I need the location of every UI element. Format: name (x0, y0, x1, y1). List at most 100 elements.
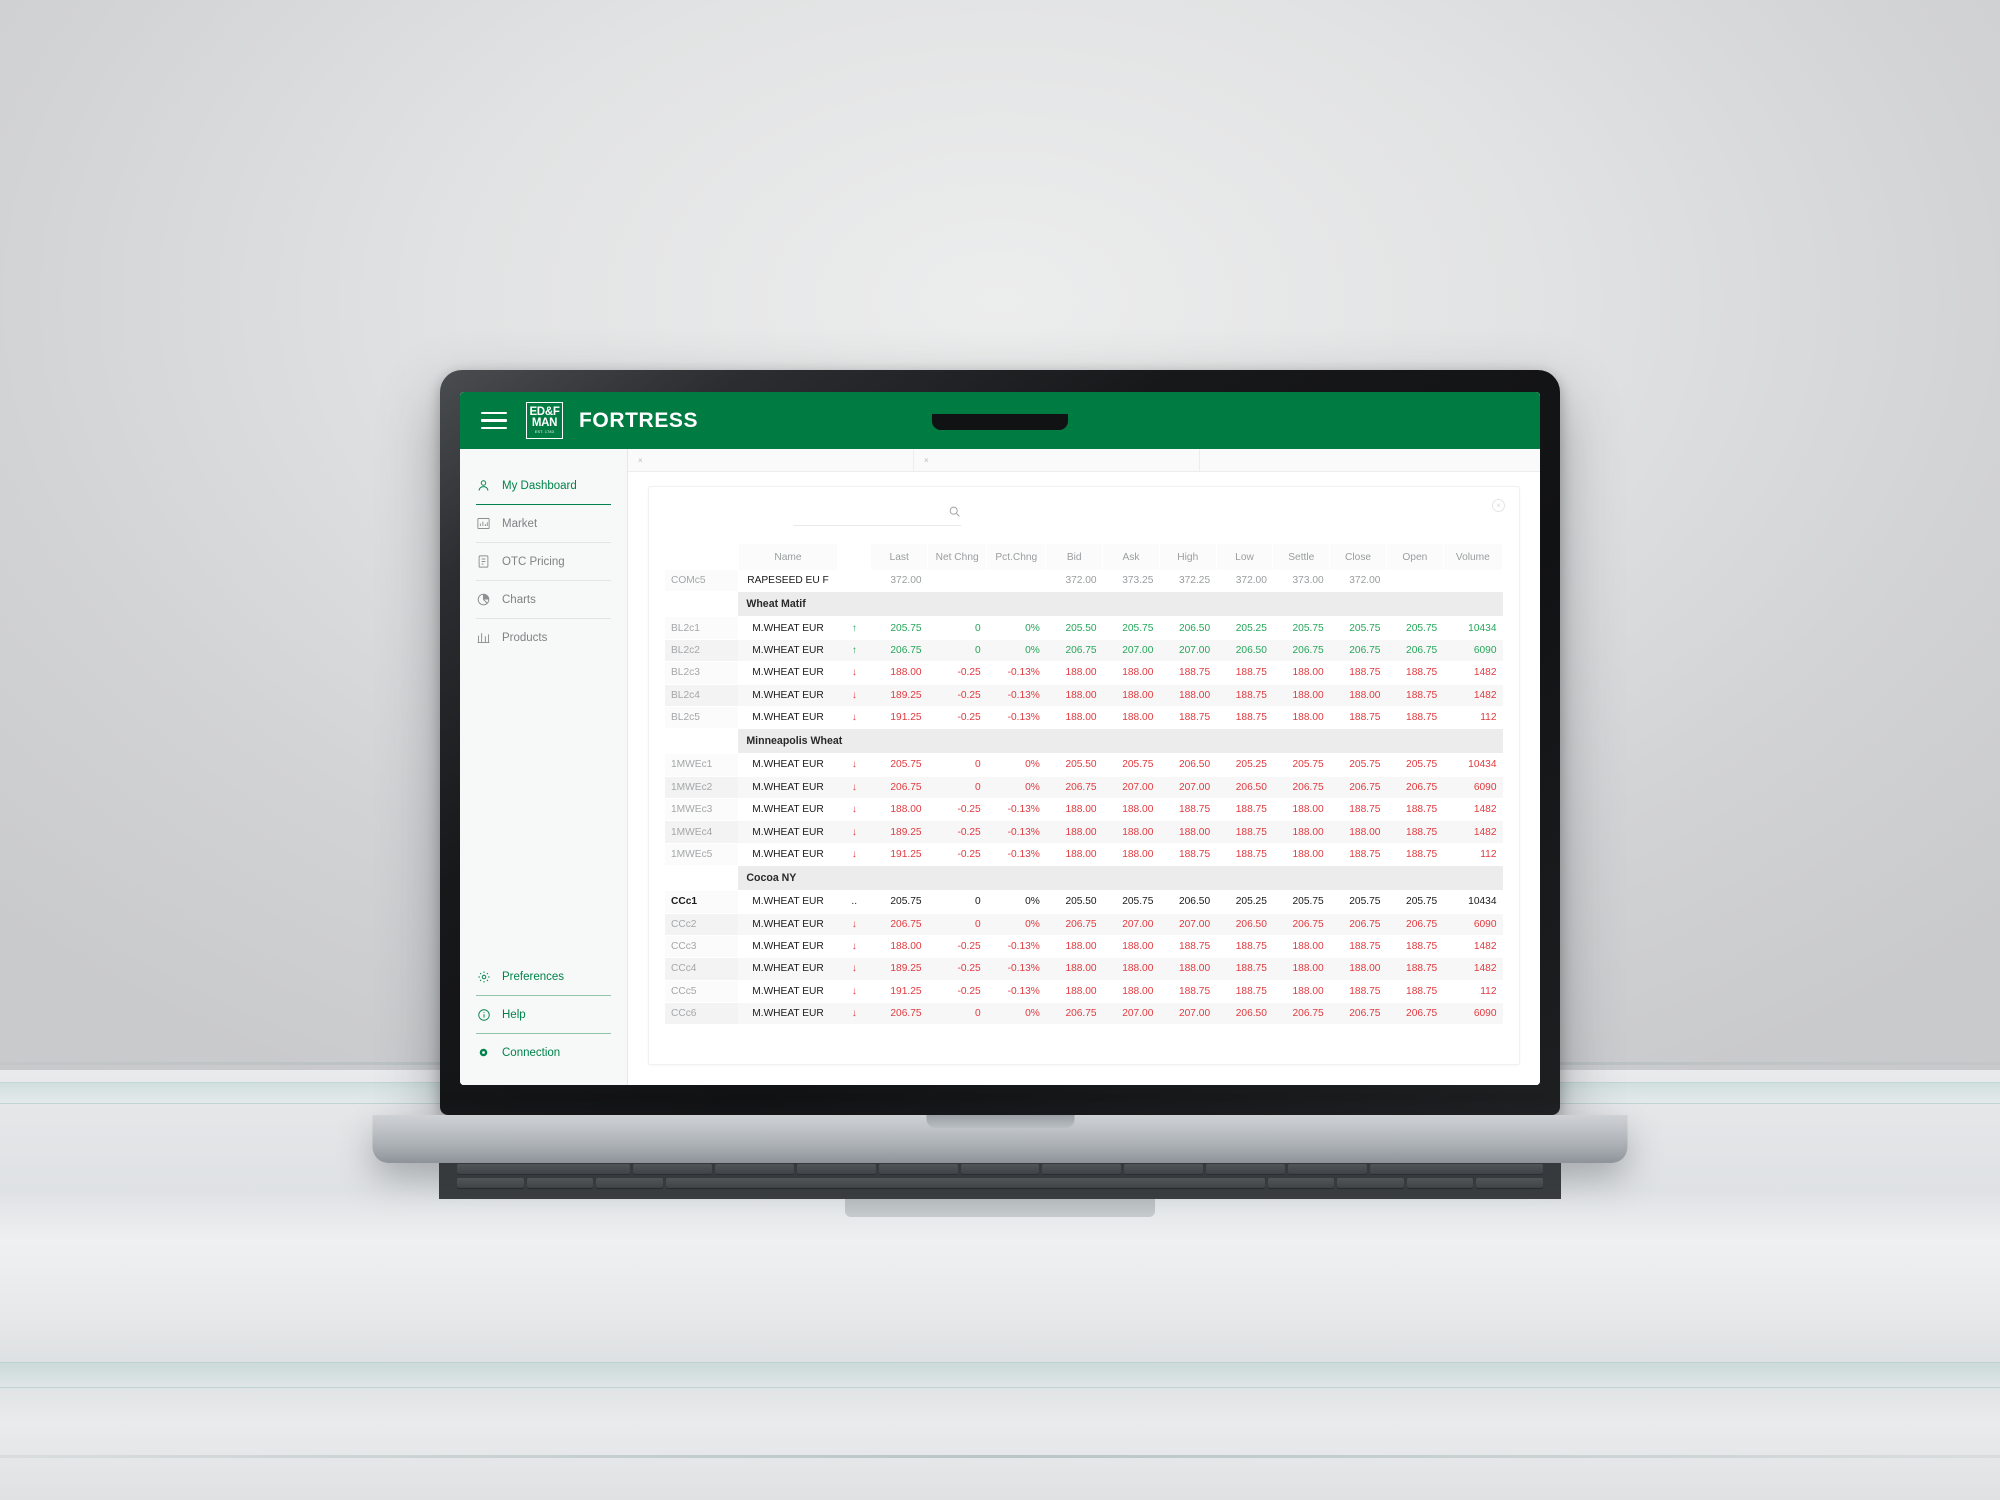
quotes-table-head: Name Last Net Chng Pct.Chng Bid Ask High… (665, 544, 1503, 570)
gear-icon (476, 969, 491, 984)
table-row[interactable]: BL2c2 M.WHEAT EUR ↑ 206.75 0 0% 206.75 207.00 20… (665, 639, 1503, 663)
col-volume[interactable]: Volume (1443, 544, 1503, 570)
table-row[interactable]: CCc4 M.WHEAT EUR ↓ 189.25 -0.25 -0.13% 188.00 1… (665, 957, 1503, 981)
cell-settle: 373.00 (1272, 570, 1330, 593)
col-net-chng[interactable]: Net Chng (927, 544, 988, 570)
cell-symbol: BL2c2 (665, 639, 739, 663)
table-row[interactable]: BL2c1 M.WHEAT EUR ↑ 205.75 0 0% 205.50 205.75 20… (665, 616, 1503, 640)
cell-high: 188.75 (1159, 706, 1217, 730)
cell-volume: 6090 (1443, 913, 1503, 936)
col-settle[interactable]: Settle (1272, 544, 1331, 570)
col-low[interactable]: Low (1216, 544, 1274, 570)
col-high[interactable]: High (1159, 544, 1217, 570)
table-row[interactable]: COMc5 RAPESEED EU F 372.00 372.00 373.25 372.… (665, 570, 1503, 593)
table-row[interactable]: CCc1 M.WHEAT EUR.. 205.75 0 0% 205.50 205.75 20… (665, 890, 1503, 914)
cell-net-chng: -0.25 (927, 980, 987, 1004)
app-body: My Dashboard Market OTC Pricing Charts P… (460, 449, 1540, 1085)
laptop-lid: ED&F MAN EST. 1783 FORTRESS My Dashboard… (440, 370, 1560, 1115)
col-bid[interactable]: Bid (1045, 544, 1104, 570)
cell-settle: 188.00 (1272, 980, 1330, 1004)
sidebar-item-label: OTC Pricing (502, 555, 565, 568)
table-group-header[interactable]: Wheat Matif (665, 591, 1503, 618)
cell-name: RAPESEED EU F (738, 570, 838, 593)
cell-trend-arrow-icon: ↓ (837, 798, 871, 822)
sidebar-item-help[interactable]: Help (474, 996, 613, 1033)
cell-close: 188.75 (1329, 980, 1387, 1004)
cell-symbol: 1MWEc5 (665, 843, 739, 867)
cell-trend-arrow-icon: ↓ (837, 776, 871, 800)
cell-volume: 112 (1443, 980, 1503, 1004)
search-icon[interactable] (948, 505, 961, 518)
cell-symbol: 1MWEc4 (665, 820, 739, 844)
tab-item-1[interactable]: × (628, 449, 914, 471)
sidebar-item-products[interactable]: Products (474, 619, 613, 656)
cell-bid: 188.00 (1045, 935, 1103, 959)
cell-net-chng: 0 (927, 776, 987, 800)
table-row[interactable]: CCc3 M.WHEAT EUR ↓ 188.00 -0.25 -0.13% 188.00 1… (665, 935, 1503, 959)
cell-bid: 188.00 (1045, 706, 1103, 730)
cell-bid: 188.00 (1045, 843, 1103, 867)
col-name[interactable]: Name (738, 544, 839, 570)
cell-volume: 6090 (1443, 639, 1503, 663)
cell-net-chng: -0.25 (927, 684, 987, 707)
quotes-table-body: COMc5 RAPESEED EU F 372.00 372.00 373.25 372.… (665, 570, 1503, 1026)
cell-symbol: BL2c1 (665, 616, 739, 640)
table-row[interactable]: 1MWEc2 M.WHEAT EUR ↓ 206.75 0 0% 206.75 207.00 2… (665, 776, 1503, 800)
sidebar-item-market[interactable]: Market (474, 505, 613, 542)
table-row[interactable]: CCc6 M.WHEAT EUR ↓ 206.75 0 0% 206.75 207.00 207… (665, 1002, 1503, 1026)
table-group-header[interactable]: Cocoa NY (665, 865, 1503, 892)
table-row[interactable]: 1MWEc1 M.WHEAT EUR ↓ 205.75 0 0% 205.50 205.75 2… (665, 753, 1503, 777)
table-group-header[interactable]: Minneapolis Wheat (665, 728, 1503, 755)
col-pct-chng[interactable]: Pct.Chng (986, 544, 1047, 570)
table-row[interactable]: BL2c4 M.WHEAT EUR ↓ 189.25 -0.25 -0.13% 188.00… (665, 684, 1503, 707)
cell-trend-arrow-icon: ↓ (837, 661, 871, 685)
cell-close: 188.00 (1329, 820, 1387, 844)
document-icon (476, 554, 491, 569)
cell-high: 206.50 (1159, 616, 1217, 640)
sidebar-item-preferences[interactable]: Preferences (474, 958, 613, 995)
col-open[interactable]: Open (1386, 544, 1444, 570)
cell-name: M.WHEAT EUR (738, 820, 838, 844)
cell-volume (1443, 570, 1503, 593)
cell-high: 372.25 (1159, 570, 1217, 593)
close-circle-icon[interactable]: × (1492, 499, 1505, 512)
table-row[interactable]: 1MWEc4 M.WHEAT EUR ↓ 189.25 -0.25 -0.13% 188.0… (665, 820, 1503, 844)
table-row[interactable]: 1MWEc5 M.WHEAT EUR ↓ 191.25 -0.25 -0.13% 188.0… (665, 843, 1503, 867)
table-row[interactable]: BL2c5 M.WHEAT EUR ↓ 191.25 -0.25 -0.13% 188.00… (665, 706, 1503, 730)
table-row[interactable]: CCc5 M.WHEAT EUR ↓ 191.25 -0.25 -0.13% 188.00 1… (665, 980, 1503, 1004)
col-arrow[interactable] (837, 544, 872, 570)
tab-close-icon[interactable]: × (924, 456, 929, 465)
cell-pct-chng: -0.13% (986, 684, 1046, 707)
tab-item-2[interactable]: × (914, 449, 1200, 471)
cell-last: 189.25 (870, 820, 928, 844)
col-close[interactable]: Close (1329, 544, 1387, 570)
table-row[interactable]: 1MWEc3 M.WHEAT EUR ↓ 188.00 -0.25 -0.13% 188.0… (665, 798, 1503, 822)
table-row[interactable]: BL2c3 M.WHEAT EUR ↓ 188.00 -0.25 -0.13% 188.00… (665, 661, 1503, 685)
col-last[interactable]: Last (870, 544, 929, 570)
sidebar-item-my-dashboard[interactable]: My Dashboard (474, 467, 613, 504)
logo-line-3: EST. 1783 (534, 429, 555, 434)
hamburger-menu-icon[interactable] (478, 409, 510, 433)
quotes-table-scroll[interactable]: Name Last Net Chng Pct.Chng Bid Ask High… (665, 544, 1503, 1026)
cell-symbol: CCc6 (665, 1002, 739, 1026)
sidebar-item-connection[interactable]: Connection (474, 1034, 613, 1071)
sidebar-item-label: Help (502, 1008, 526, 1021)
cell-close: 206.75 (1329, 1002, 1387, 1026)
sidebar-item-charts[interactable]: Charts (474, 581, 613, 618)
cell-last: 188.00 (870, 935, 928, 959)
cell-high: 188.75 (1159, 843, 1217, 867)
table-row[interactable]: CCc2 M.WHEAT EUR ↓ 206.75 0 0% 206.75 207.00 207… (665, 913, 1503, 936)
cell-open: 188.75 (1386, 684, 1444, 707)
sidebar-item-otc-pricing[interactable]: OTC Pricing (474, 543, 613, 580)
search-input[interactable] (793, 506, 961, 526)
tab-close-icon[interactable]: × (638, 456, 643, 465)
cell-close: 206.75 (1329, 639, 1387, 663)
cell-net-chng: 0 (927, 890, 987, 914)
cell-net-chng: -0.25 (927, 820, 987, 844)
cell-high: 188.00 (1159, 820, 1217, 844)
col-symbol[interactable] (665, 544, 739, 570)
col-ask[interactable]: Ask (1102, 544, 1160, 570)
cell-net-chng: -0.25 (927, 843, 987, 867)
cell-settle: 205.75 (1272, 753, 1330, 777)
